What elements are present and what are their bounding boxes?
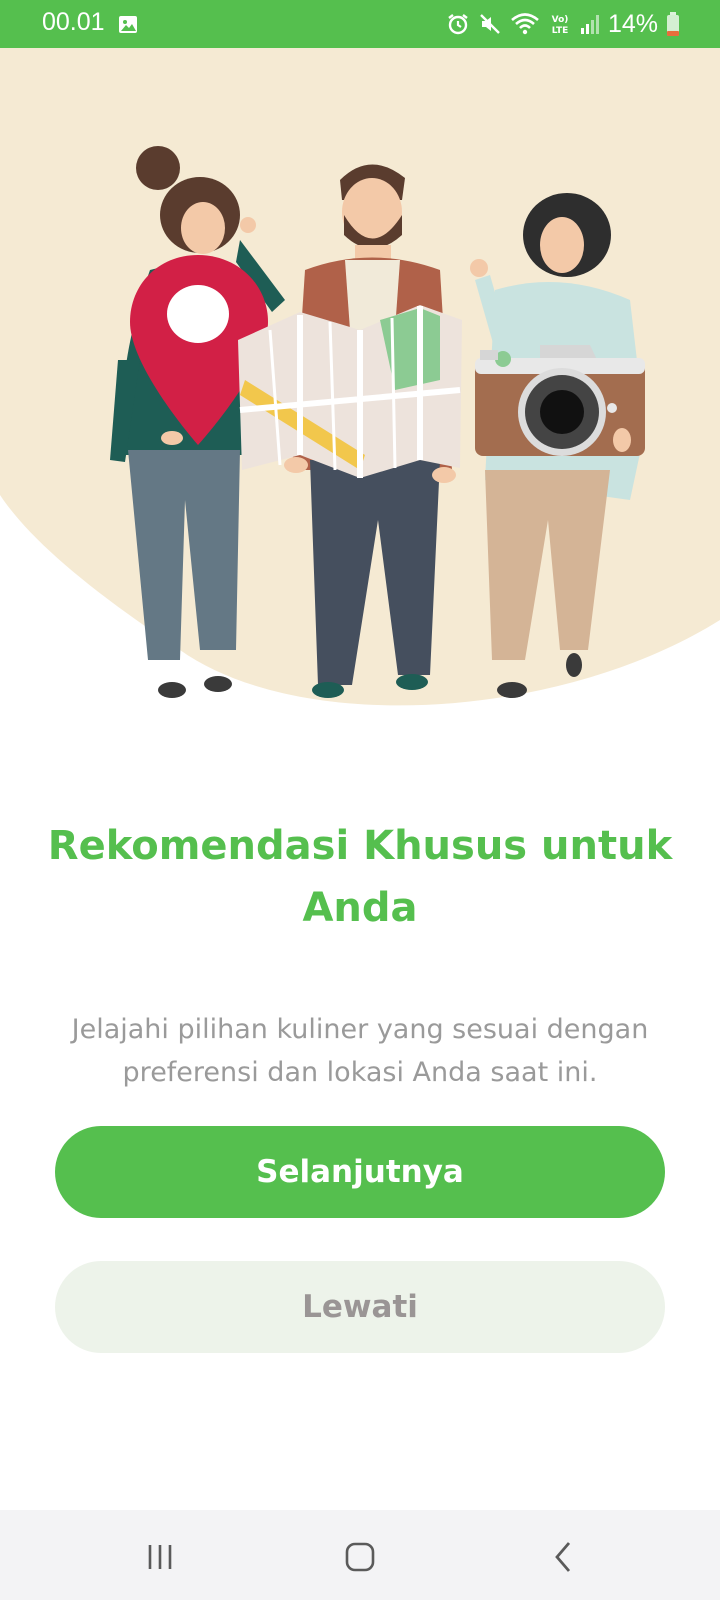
back-icon (555, 1542, 571, 1572)
travelers-illustration (0, 48, 720, 706)
status-bar: 00.01 Vo) LTE 14% (0, 0, 720, 48)
recents-button[interactable] (130, 1535, 190, 1579)
svg-text:Vo): Vo) (552, 15, 569, 25)
home-button[interactable] (330, 1535, 390, 1579)
battery-level: 14% (607, 9, 658, 38)
volte-icon: Vo) LTE (552, 15, 569, 36)
next-button[interactable]: Selanjutnya (55, 1126, 665, 1218)
onboarding-description: Jelajahi pilihan kuliner yang sesuai den… (71, 1014, 649, 1088)
mute-icon (480, 14, 500, 34)
signal-icon (580, 15, 599, 34)
battery-icon (667, 12, 679, 36)
recents-icon (148, 1545, 172, 1569)
hero-illustration (0, 48, 720, 738)
svg-text:LTE: LTE (552, 26, 569, 36)
status-time: 00.01 (42, 8, 105, 36)
onboarding-title: Rekomendasi Khusus untuk Anda (47, 823, 673, 931)
wifi-icon (511, 13, 539, 35)
alarm-icon (448, 14, 468, 35)
skip-button[interactable]: Lewati (55, 1261, 665, 1353)
status-icons: Vo) LTE 14% (446, 6, 680, 42)
back-button[interactable] (533, 1535, 593, 1579)
gallery-icon (119, 16, 137, 33)
home-icon (345, 1542, 375, 1572)
system-nav-bar (0, 1510, 720, 1600)
